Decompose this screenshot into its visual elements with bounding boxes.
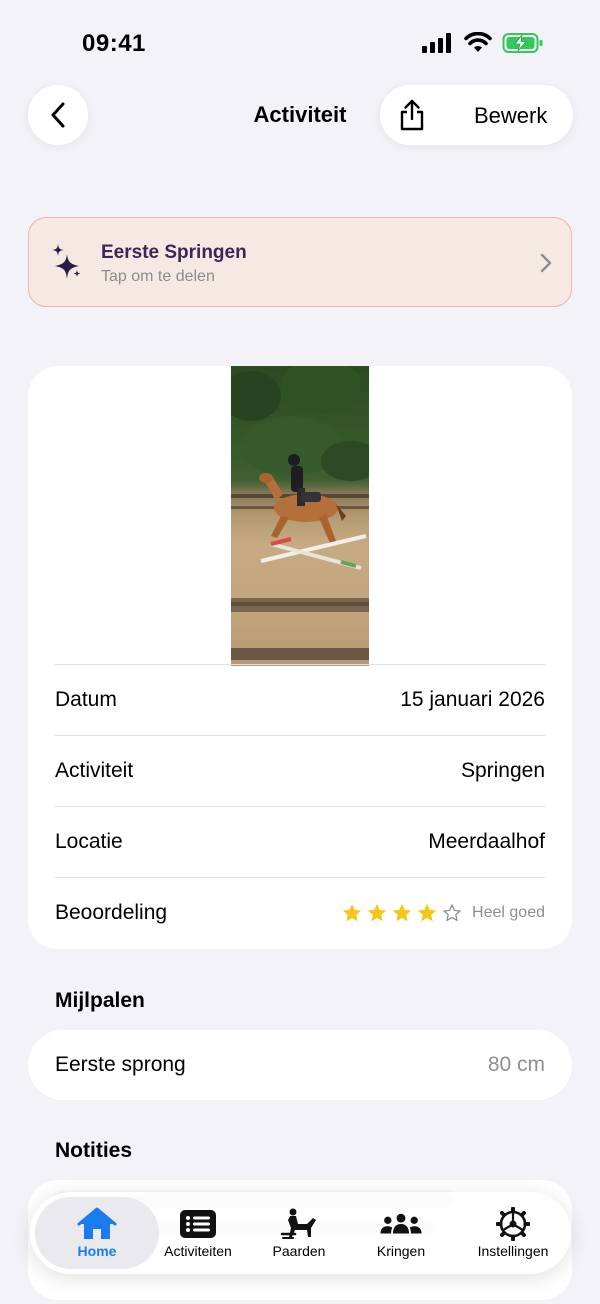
gear-icon <box>491 1207 535 1241</box>
tab-bar: Home Activiteiten Paarden Kringen Instel… <box>30 1192 571 1274</box>
row-value: Meerdaalhof <box>428 830 545 853</box>
tab-horses[interactable]: Paarden <box>253 1192 345 1274</box>
activity-photo[interactable] <box>231 366 369 666</box>
banner-subtitle: Tap om te delen <box>101 268 215 285</box>
tab-label: Paarden <box>272 1243 326 1259</box>
share-button[interactable] <box>390 93 434 137</box>
tab-home[interactable]: Home <box>35 1192 159 1274</box>
star-rating: Heel goed <box>341 902 545 924</box>
row-value: 15 januari 2026 <box>400 688 545 711</box>
house-icon <box>75 1207 119 1241</box>
horse-rider-icon <box>277 1207 321 1241</box>
milestone-value: 80 cm <box>487 1053 545 1076</box>
share-icon <box>400 99 424 131</box>
row-label: Locatie <box>55 830 123 853</box>
detail-row-rating: Beoordeling Heel goed <box>55 877 545 948</box>
detail-row-location: Locatie Meerdaalhof <box>55 806 545 877</box>
status-icons <box>422 32 544 54</box>
edit-button[interactable]: Bewerk <box>474 103 547 129</box>
star-filled-icon <box>367 903 387 922</box>
banner-title: Eerste Springen <box>101 242 247 263</box>
people-icon <box>379 1207 423 1241</box>
row-label: Datum <box>55 688 117 711</box>
tab-label: Kringen <box>376 1243 426 1259</box>
status-time: 09:41 <box>82 30 146 57</box>
star-filled-icon <box>417 903 437 922</box>
list-icon <box>176 1207 220 1241</box>
chevron-right-icon <box>540 253 552 273</box>
share-banner[interactable]: Eerste Springen Tap om te delen <box>28 217 572 307</box>
star-empty-icon <box>443 904 461 922</box>
tab-activities[interactable]: Activiteiten <box>148 1192 248 1274</box>
star-filled-icon <box>342 903 362 922</box>
notes-title: Notities <box>55 1139 133 1162</box>
milestone-name: Eerste sprong <box>55 1053 186 1076</box>
activity-detail-card: Datum 15 januari 2026 Activiteit Springe… <box>28 366 572 949</box>
detail-row-activity: Activiteit Springen <box>55 735 545 806</box>
milestones-title: Mijlpalen <box>55 989 145 1012</box>
tab-label: Home <box>77 1243 117 1259</box>
star-filled-icon <box>392 903 412 922</box>
detail-row-date: Datum 15 januari 2026 <box>55 664 545 735</box>
wifi-icon <box>464 32 492 52</box>
tab-label: Activiteiten <box>164 1243 232 1259</box>
row-label: Beoordeling <box>55 901 168 924</box>
rating-text: Heel goed <box>472 904 545 921</box>
row-label: Activiteit <box>55 759 134 782</box>
status-bar: 09:41 <box>0 0 600 90</box>
milestone-item[interactable]: Eerste sprong 80 cm <box>28 1030 572 1100</box>
sparkles-icon <box>52 244 81 279</box>
row-value: Springen <box>460 759 545 782</box>
signal-icon <box>422 33 451 53</box>
nav-actions: Bewerk <box>380 85 573 145</box>
tab-label: Instellingen <box>477 1243 549 1259</box>
battery-charging-icon <box>502 33 543 53</box>
tab-settings[interactable]: Instellingen <box>458 1192 568 1274</box>
horse-jump-photo <box>231 366 369 660</box>
tab-circles[interactable]: Kringen <box>355 1192 447 1274</box>
